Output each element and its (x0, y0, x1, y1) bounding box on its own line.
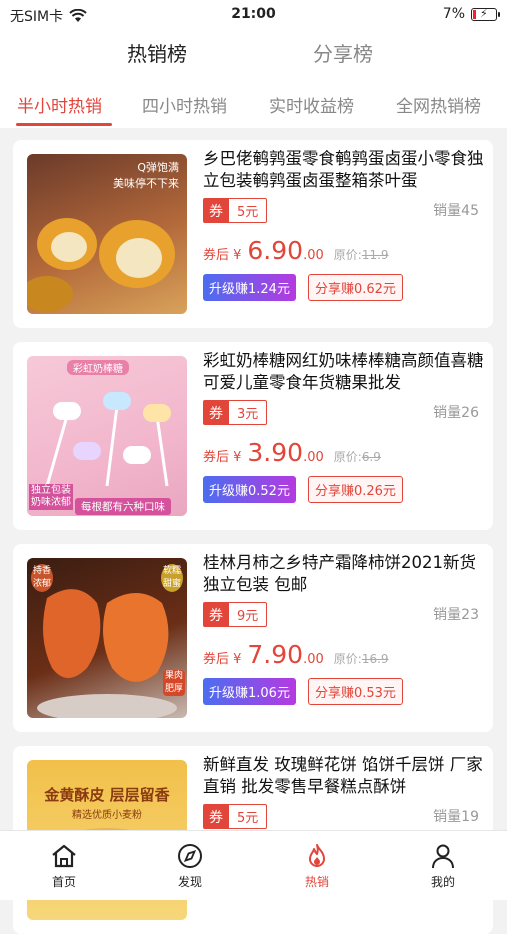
tab-share-ranking[interactable]: 分享榜 (313, 38, 373, 67)
battery-percent: 7% (442, 6, 465, 22)
coupon-badge: 券 5元 (203, 804, 268, 829)
sales-count: 销量26 (433, 405, 479, 421)
product-title[interactable]: 桂林月柿之乡特产霜降柿饼2021新货独立包装 包邮 (203, 552, 489, 596)
share-earn-button[interactable]: 分享赚0.53元 (307, 678, 403, 705)
product-image[interactable]: Q弹饱满 美味停不下来 (27, 154, 187, 314)
status-right: 7% ⚡ (442, 6, 500, 22)
coupon-key: 券 (203, 198, 229, 223)
subtab-four-hour[interactable]: 四小时热销 (142, 92, 227, 117)
price-value: 7.90 (247, 640, 304, 669)
home-icon (52, 844, 76, 868)
price-row: 券后 ¥ 3.90 .00 原价:6.9 (203, 438, 381, 467)
nav-mine[interactable]: 我的 (408, 843, 478, 890)
image-caption-1: Q弹饱满 (137, 161, 179, 174)
sales-count: 销量23 (433, 607, 479, 623)
image-caption-1: 彩虹奶棒糖 (67, 360, 129, 375)
subtab-half-hour[interactable]: 半小时热销 (17, 92, 102, 117)
upgrade-earn-button[interactable]: 升级赚1.06元 (203, 678, 296, 705)
main-tabs: 热销榜 分享榜 (0, 38, 507, 78)
coupon-value: 3元 (229, 400, 268, 425)
earn-badges: 升级赚1.06元 分享赚0.53元 (203, 678, 403, 705)
coupon-badge: 券 9元 (203, 602, 268, 627)
active-tab-indicator (16, 123, 112, 126)
price-decimal: .00 (303, 248, 324, 263)
header: 热销榜 分享榜 半小时热销 四小时热销 实时收益榜 全网热销榜 (0, 30, 507, 128)
original-price: 原价:6.9 (333, 450, 381, 464)
price-label: 券后 ¥ (203, 248, 242, 263)
coupon-value: 9元 (229, 602, 268, 627)
subtab-network-hot[interactable]: 全网热销榜 (396, 92, 481, 117)
coupon-badge: 券 3元 (203, 400, 268, 425)
sales-count: 销量19 (433, 809, 479, 825)
product-title[interactable]: 新鲜直发 玫瑰鲜花饼 馅饼千层饼 厂家直销 批发零售早餐糕点酥饼 (203, 754, 489, 798)
image-caption-3: 每根都有六种口味 (75, 498, 171, 515)
price-label: 券后 ¥ (203, 652, 242, 667)
battery-icon: ⚡ (471, 7, 500, 21)
price-value: 6.90 (247, 236, 304, 265)
status-time: 21:00 (231, 6, 276, 22)
nav-home[interactable]: 首页 (29, 843, 99, 890)
price-row: 券后 ¥ 6.90 .00 原价:11.9 (203, 236, 389, 265)
original-price: 原价:11.9 (333, 248, 389, 262)
nav-home-label: 首页 (51, 875, 76, 889)
upgrade-earn-button[interactable]: 升级赚1.24元 (203, 274, 296, 301)
compass-icon (178, 844, 202, 868)
original-price: 原价:16.9 (333, 652, 389, 666)
subtab-realtime-earnings[interactable]: 实时收益榜 (269, 92, 354, 117)
bottom-nav: 首页 发现 热销 我的 (0, 830, 507, 900)
sub-tabs: 半小时热销 四小时热销 实时收益榜 全网热销榜 (0, 88, 507, 128)
image-caption-2: 独立包装 奶味浓郁 (29, 484, 73, 510)
coupon-key: 券 (203, 804, 229, 829)
price-decimal: .00 (303, 652, 324, 667)
earn-badges: 升级赚1.24元 分享赚0.62元 (203, 274, 403, 301)
image-caption-1: 持香浓郁 (31, 564, 53, 592)
coupon-value: 5元 (229, 198, 268, 223)
price-decimal: .00 (303, 450, 324, 465)
flame-icon (309, 844, 325, 867)
upgrade-earn-button[interactable]: 升级赚0.52元 (203, 476, 296, 503)
coupon-key: 券 (203, 602, 229, 627)
price-row: 券后 ¥ 7.90 .00 原价:16.9 (203, 640, 389, 669)
share-earn-button[interactable]: 分享赚0.26元 (307, 476, 403, 503)
coupon-value: 5元 (229, 804, 268, 829)
tab-hot-sales[interactable]: 热销榜 (127, 38, 187, 67)
product-title[interactable]: 彩虹奶棒糖网红奶味棒棒糖高颜值喜糖可爱儿童零食年货糖果批发 (203, 350, 489, 394)
product-title[interactable]: 乡巴佬鹌鹑蛋零食鹌鹑蛋卤蛋小零食独立包装鹌鹑蛋卤蛋整箱茶叶蛋 (203, 148, 489, 192)
product-card[interactable]: Q弹饱满 美味停不下来 乡巴佬鹌鹑蛋零食鹌鹑蛋卤蛋小零食独立包装鹌鹑蛋卤蛋整箱茶… (13, 140, 493, 328)
price-label: 券后 ¥ (203, 450, 242, 465)
image-caption-3: 果肉肥厚 (163, 670, 185, 696)
image-caption-2: 美味停不下来 (113, 177, 179, 190)
status-bar: 无SIM卡 21:00 7% ⚡ (0, 0, 507, 30)
nav-hot-label: 热销 (304, 875, 329, 889)
share-earn-button[interactable]: 分享赚0.62元 (307, 274, 403, 301)
product-image[interactable]: 彩虹奶棒糖 独立包装 奶味浓郁 每根都有六种口味 (27, 356, 187, 516)
coupon-badge: 券 5元 (203, 198, 268, 223)
user-icon (432, 844, 454, 869)
nav-mine-label: 我的 (430, 875, 455, 889)
nav-discover[interactable]: 发现 (155, 843, 225, 890)
product-card[interactable]: 持香浓郁 软糯甜蜜 果肉肥厚 桂林月柿之乡特产霜降柿饼2021新货独立包装 包邮… (13, 544, 493, 732)
product-card[interactable]: 彩虹奶棒糖 独立包装 奶味浓郁 每根都有六种口味 彩虹奶棒糖网红奶味棒棒糖高颜值… (13, 342, 493, 530)
earn-badges: 升级赚0.52元 分享赚0.26元 (203, 476, 403, 503)
product-image[interactable]: 持香浓郁 软糯甜蜜 果肉肥厚 (27, 558, 187, 718)
nav-hot[interactable]: 热销 (282, 843, 352, 890)
image-caption-2: 软糯甜蜜 (161, 564, 183, 592)
sales-count: 销量45 (433, 203, 479, 219)
coupon-key: 券 (203, 400, 229, 425)
price-value: 3.90 (247, 438, 304, 467)
nav-discover-label: 发现 (177, 875, 202, 889)
